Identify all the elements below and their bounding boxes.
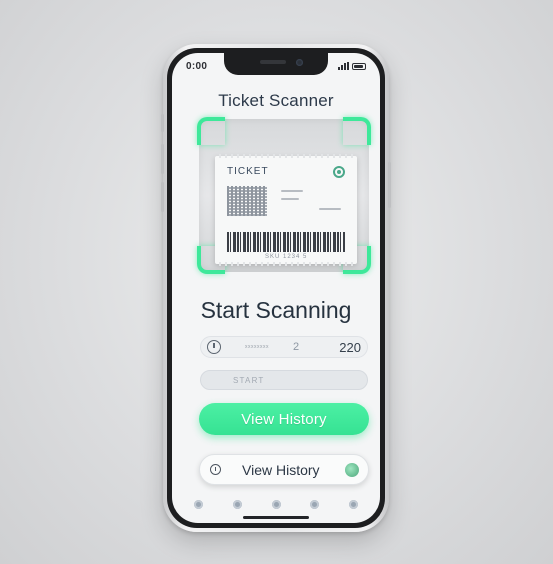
history-clock-icon bbox=[210, 464, 221, 475]
side-button-left-1 bbox=[161, 114, 164, 132]
ticket-text-line bbox=[281, 190, 303, 192]
camera-icon bbox=[296, 59, 303, 66]
phone-screen: 0:00 Ticket Scanner TICKET SKU 1234 5 St… bbox=[172, 53, 380, 523]
view-history-label: View History bbox=[242, 462, 320, 478]
nav-item-3[interactable] bbox=[271, 500, 281, 509]
status-icons bbox=[338, 62, 366, 70]
phone-bezel: 0:00 Ticket Scanner TICKET SKU 1234 5 St… bbox=[167, 48, 385, 528]
start-input[interactable] bbox=[200, 370, 368, 390]
scan-viewfinder[interactable]: TICKET SKU 1234 5 bbox=[197, 117, 371, 274]
viewfinder-corner-top-right bbox=[343, 117, 371, 145]
location-pin-icon bbox=[333, 166, 345, 178]
qr-code-image bbox=[227, 186, 267, 216]
status-time: 0:00 bbox=[186, 61, 208, 72]
ticket-text-line bbox=[281, 198, 299, 200]
scan-count: 2 bbox=[293, 341, 300, 353]
app-title: Ticket Scanner bbox=[218, 91, 334, 110]
nav-item-2[interactable] bbox=[232, 500, 242, 509]
ticket-label: TICKET bbox=[227, 166, 269, 177]
barcode-image bbox=[227, 232, 345, 252]
home-indicator[interactable] bbox=[243, 516, 309, 519]
battery-icon bbox=[352, 63, 366, 70]
nav-item-1[interactable] bbox=[194, 500, 203, 509]
side-button-left-2 bbox=[161, 144, 164, 174]
barcode-digits: SKU 1234 5 bbox=[265, 254, 308, 260]
timer-icon bbox=[207, 340, 221, 354]
view-history-secondary-button[interactable]: View History bbox=[199, 454, 369, 485]
phone-frame: 0:00 Ticket Scanner TICKET SKU 1234 5 St… bbox=[161, 44, 391, 532]
side-button-left-3 bbox=[161, 182, 164, 212]
bottom-nav bbox=[194, 500, 358, 512]
start-scanning-heading: Start Scanning bbox=[200, 297, 352, 323]
side-button-right bbox=[388, 162, 391, 208]
ticket-text-line bbox=[319, 208, 341, 210]
view-history-primary-button[interactable]: View History bbox=[199, 403, 369, 435]
viewfinder-corner-top-left bbox=[197, 117, 225, 145]
scan-value: 220 bbox=[339, 340, 361, 355]
scan-info-row: xxxxxxxx 2 220 bbox=[200, 336, 368, 358]
nav-item-5[interactable] bbox=[349, 500, 358, 509]
info-label: xxxxxxxx bbox=[245, 344, 269, 350]
notch bbox=[224, 53, 328, 75]
nav-item-4[interactable] bbox=[310, 500, 320, 509]
signal-icon bbox=[338, 62, 349, 70]
speaker-grille bbox=[260, 60, 286, 64]
ticket-preview: TICKET SKU 1234 5 bbox=[215, 154, 357, 266]
status-dot-icon bbox=[345, 463, 359, 477]
